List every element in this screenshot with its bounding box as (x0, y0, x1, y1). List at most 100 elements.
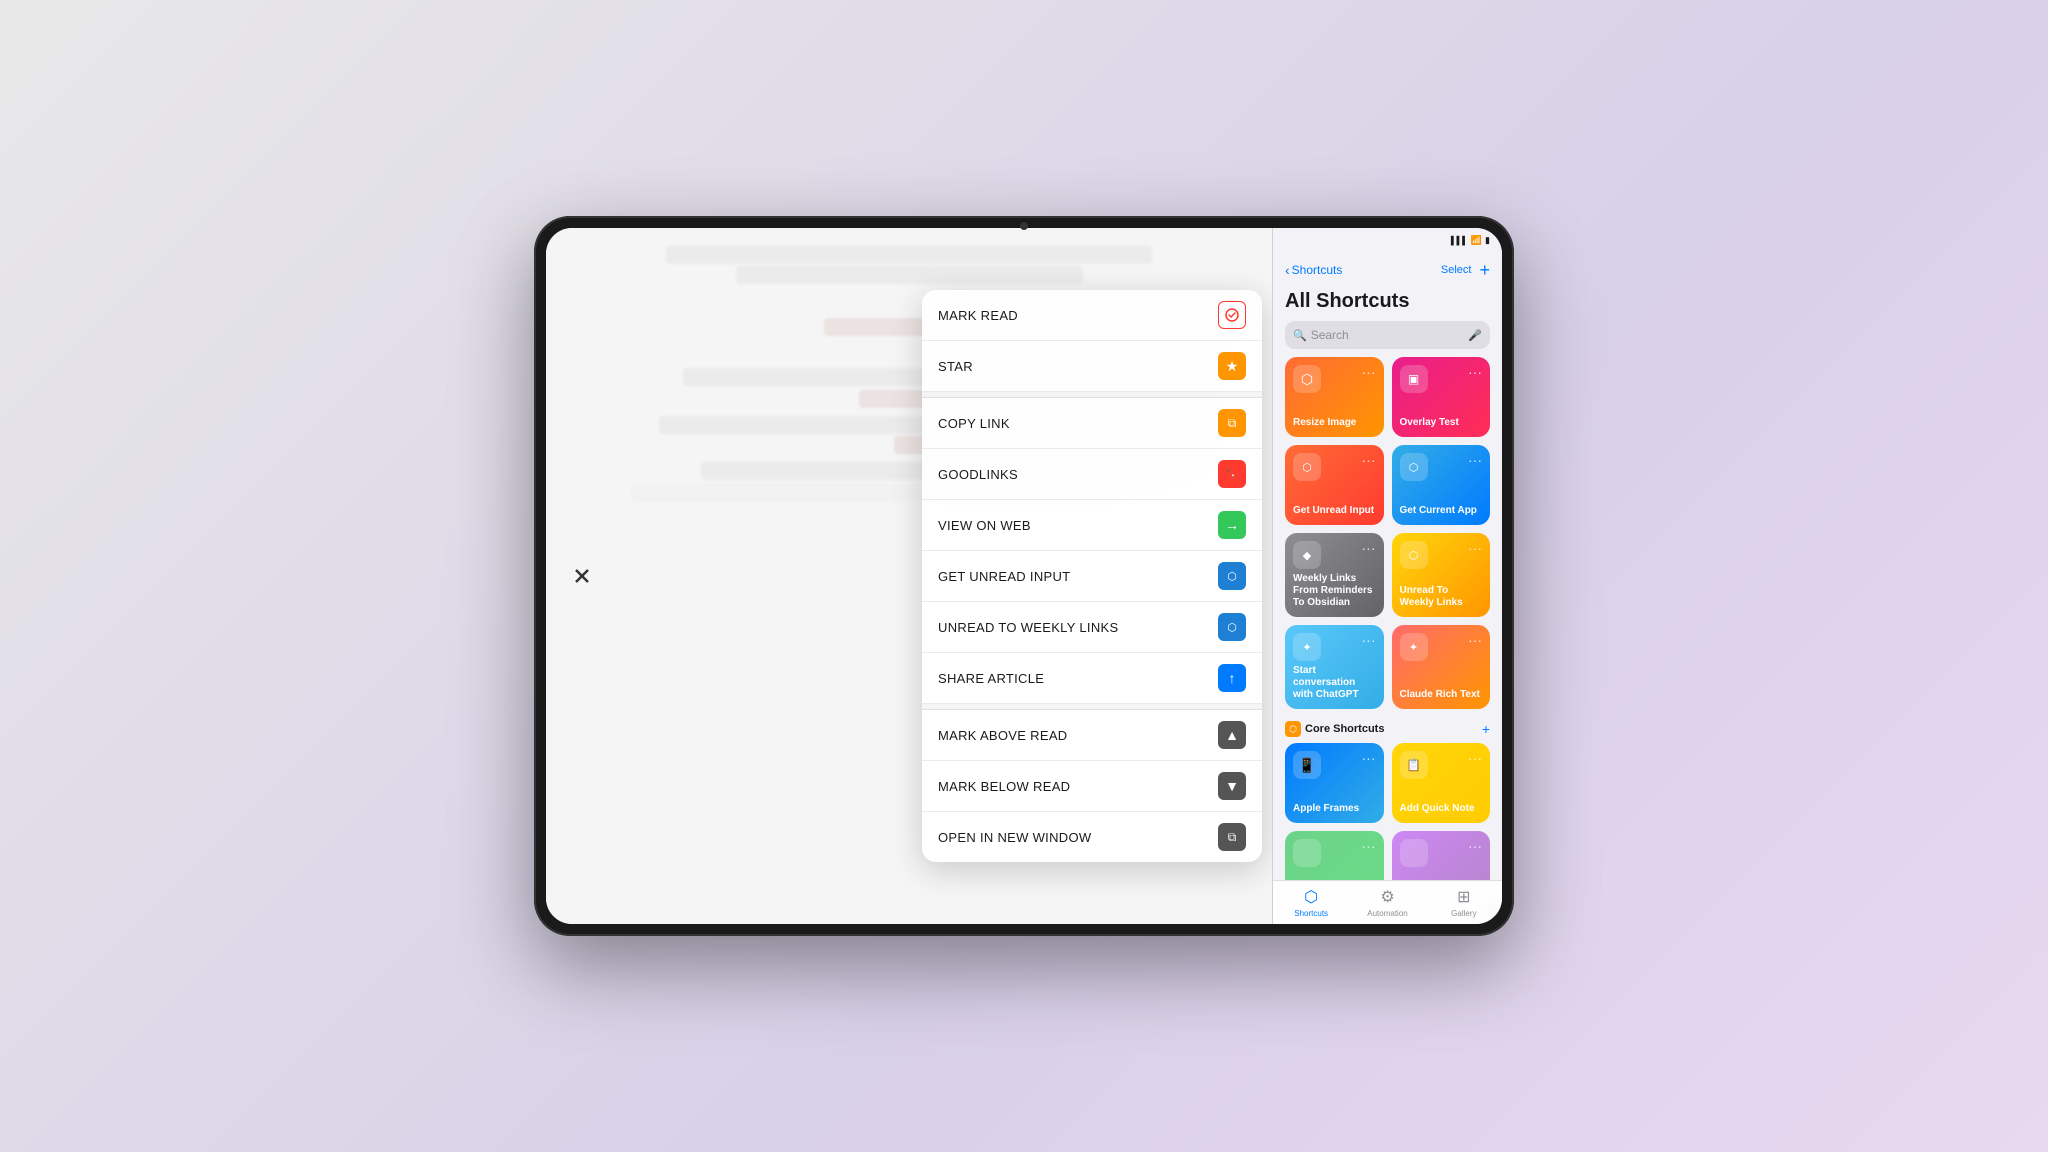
card-header: ⬡ ··· (1293, 365, 1376, 393)
menu-item-unread-to-weekly[interactable]: UNREAD TO WEEKLY LINKS ⬡ (922, 602, 1262, 653)
search-icon: 🔍 (1293, 329, 1307, 342)
menu-item-mark-read[interactable]: MARK READ (922, 290, 1262, 341)
close-button[interactable] (566, 560, 598, 592)
menu-item-view-on-web[interactable]: VIEW ON WEB → (922, 500, 1262, 551)
card-header: ⬡ ··· (1293, 453, 1376, 481)
shortcut-start-chatgpt[interactable]: ✦ ··· Start conversation with ChatGPT (1285, 625, 1384, 709)
shortcut-menu-dots[interactable]: ··· (1468, 365, 1482, 379)
shortcut-icon (1400, 839, 1428, 867)
shortcut-partial-1[interactable]: ··· (1285, 831, 1384, 880)
shortcut-add-quick-note[interactable]: 📋 ··· Add Quick Note (1392, 743, 1491, 823)
card-header: ··· (1293, 839, 1376, 867)
tab-automation-label: Automation (1367, 909, 1407, 918)
shortcut-icon: ⬡ (1293, 365, 1321, 393)
shortcuts-row-3: ◆ ··· Weekly Links From Reminders To Obs… (1285, 533, 1490, 617)
card-header: ⬡ ··· (1400, 541, 1483, 569)
mark-read-icon (1218, 301, 1246, 329)
shortcut-name: Overlay Test (1400, 417, 1483, 429)
menu-item-share-article[interactable]: SHARE ARTICLE ↑ (922, 653, 1262, 704)
core-shortcuts-add-button[interactable]: + (1482, 721, 1490, 737)
shortcut-menu-dots[interactable]: ··· (1468, 839, 1482, 853)
shortcut-icon: ⬡ (1293, 453, 1321, 481)
shortcut-menu-dots[interactable]: ··· (1362, 453, 1376, 467)
tab-gallery-icon: ⊞ (1457, 887, 1470, 907)
shortcut-get-current-app[interactable]: ⬡ ··· Get Current App (1392, 445, 1491, 525)
shortcut-icon (1293, 839, 1321, 867)
shortcut-unread-to-weekly-links[interactable]: ⬡ ··· Unread To Weekly Links (1392, 533, 1491, 617)
shortcut-resize-image[interactable]: ⬡ ··· Resize Image (1285, 357, 1384, 437)
shortcut-menu-dots[interactable]: ··· (1362, 633, 1376, 647)
get-unread-icon: ⬡ (1218, 562, 1246, 590)
core-shortcuts-section-header: ⬡ Core Shortcuts + (1285, 717, 1490, 743)
shortcut-icon-symbol: ⬡ (1302, 461, 1312, 474)
shortcut-icon-symbol: ⬡ (1409, 461, 1419, 474)
shortcuts-panel: ▌▌▌ 📶 ▮ ‹ Shortcuts Select + All Shortcu… (1272, 228, 1502, 924)
core-shortcuts-label: Core Shortcuts (1305, 723, 1384, 735)
left-panel: LILIPUTING RSS (546, 228, 1272, 924)
shortcuts-page-title: All Shortcuts (1273, 288, 1502, 321)
back-chevron-icon: ‹ (1285, 262, 1290, 278)
shortcut-icon-symbol: ✦ (1302, 641, 1311, 654)
shortcut-icon: ◆ (1293, 541, 1321, 569)
shortcuts-row-1: ⬡ ··· Resize Image ▣ ··· O (1285, 357, 1490, 437)
shortcut-icon: ▣ (1400, 365, 1428, 393)
shortcut-icon-symbol: ✦ (1409, 641, 1418, 654)
tab-gallery[interactable]: ⊞ Gallery (1426, 887, 1502, 918)
tab-shortcuts-label: Shortcuts (1294, 909, 1328, 918)
ipad-frame: LILIPUTING RSS (534, 216, 1514, 936)
wifi-icon: 📶 (1471, 235, 1482, 246)
partial-shortcuts-row: ··· ··· (1285, 831, 1490, 880)
shortcut-icon-symbol: ▣ (1408, 372, 1419, 386)
goodlinks-symbol: 🔖 (1225, 467, 1240, 481)
shortcut-menu-dots[interactable]: ··· (1468, 453, 1482, 467)
shortcut-menu-dots[interactable]: ··· (1468, 751, 1482, 765)
card-header: ⬡ ··· (1400, 453, 1483, 481)
mark-above-symbol: ▲ (1225, 727, 1239, 743)
shortcut-name: Add Quick Note (1400, 803, 1483, 815)
nav-back-button[interactable]: ‹ Shortcuts (1285, 262, 1342, 278)
menu-item-open-new-window[interactable]: OPEN IN NEW WINDOW ⧉ (922, 812, 1262, 862)
nav-bar: ‹ Shortcuts Select + (1273, 252, 1502, 288)
shortcuts-row-4: ✦ ··· Start conversation with ChatGPT ✦ … (1285, 625, 1490, 709)
shortcut-claude-rich-text[interactable]: ✦ ··· Claude Rich Text (1392, 625, 1491, 709)
star-icon: ★ (1218, 352, 1246, 380)
menu-item-copy-link[interactable]: COPY LINK ⧉ (922, 398, 1262, 449)
search-bar[interactable]: 🔍 Search 🎤 (1285, 321, 1490, 349)
context-menu: MARK READ STAR ★ (922, 290, 1262, 862)
tab-shortcuts-icon: ⬡ (1304, 887, 1318, 907)
shortcut-name: Resize Image (1293, 417, 1376, 429)
menu-item-mark-below-read[interactable]: MARK BELOW READ ▼ (922, 761, 1262, 812)
nav-actions: Select + (1441, 260, 1490, 281)
card-header: 📋 ··· (1400, 751, 1483, 779)
core-shortcuts-row: 📱 ··· Apple Frames 📋 ··· (1285, 743, 1490, 823)
shortcut-name: Weekly Links From Reminders To Obsidian (1293, 573, 1376, 609)
tab-automation[interactable]: ⚙ Automation (1349, 887, 1425, 918)
shortcut-menu-dots[interactable]: ··· (1362, 365, 1376, 379)
shortcut-menu-dots[interactable]: ··· (1468, 633, 1482, 647)
card-header: ✦ ··· (1400, 633, 1483, 661)
menu-item-star[interactable]: STAR ★ (922, 341, 1262, 392)
microphone-icon: 🎤 (1468, 329, 1482, 342)
shortcut-partial-2[interactable]: ··· (1392, 831, 1491, 880)
shortcut-weekly-links-reminders[interactable]: ◆ ··· Weekly Links From Reminders To Obs… (1285, 533, 1384, 617)
menu-item-goodlinks[interactable]: GOODLINKS 🔖 (922, 449, 1262, 500)
shortcut-get-unread-input[interactable]: ⬡ ··· Get Unread Input (1285, 445, 1384, 525)
shortcut-apple-frames[interactable]: 📱 ··· Apple Frames (1285, 743, 1384, 823)
menu-item-mark-above-read[interactable]: MARK ABOVE READ ▲ (922, 710, 1262, 761)
weekly-icon: ⬡ (1218, 613, 1246, 641)
shortcut-menu-dots[interactable]: ··· (1362, 541, 1376, 555)
shortcut-name: Claude Rich Text (1400, 689, 1483, 701)
shortcut-menu-dots[interactable]: ··· (1362, 839, 1376, 853)
battery-icon: ▮ (1485, 235, 1490, 246)
shortcut-overlay-test[interactable]: ▣ ··· Overlay Test (1392, 357, 1491, 437)
tab-gallery-label: Gallery (1451, 909, 1476, 918)
tab-shortcuts[interactable]: ⬡ Shortcuts (1273, 887, 1349, 918)
menu-item-get-unread-input[interactable]: GET UNREAD INPUT ⬡ (922, 551, 1262, 602)
shortcut-menu-dots[interactable]: ··· (1468, 541, 1482, 555)
shortcut-icon-symbol: ◆ (1303, 549, 1311, 562)
card-header: ··· (1400, 839, 1483, 867)
add-shortcut-button[interactable]: + (1479, 260, 1490, 281)
shortcut-menu-dots[interactable]: ··· (1362, 751, 1376, 765)
select-button[interactable]: Select (1441, 264, 1472, 276)
context-menu-overlay: MARK READ STAR ★ (546, 228, 1272, 924)
